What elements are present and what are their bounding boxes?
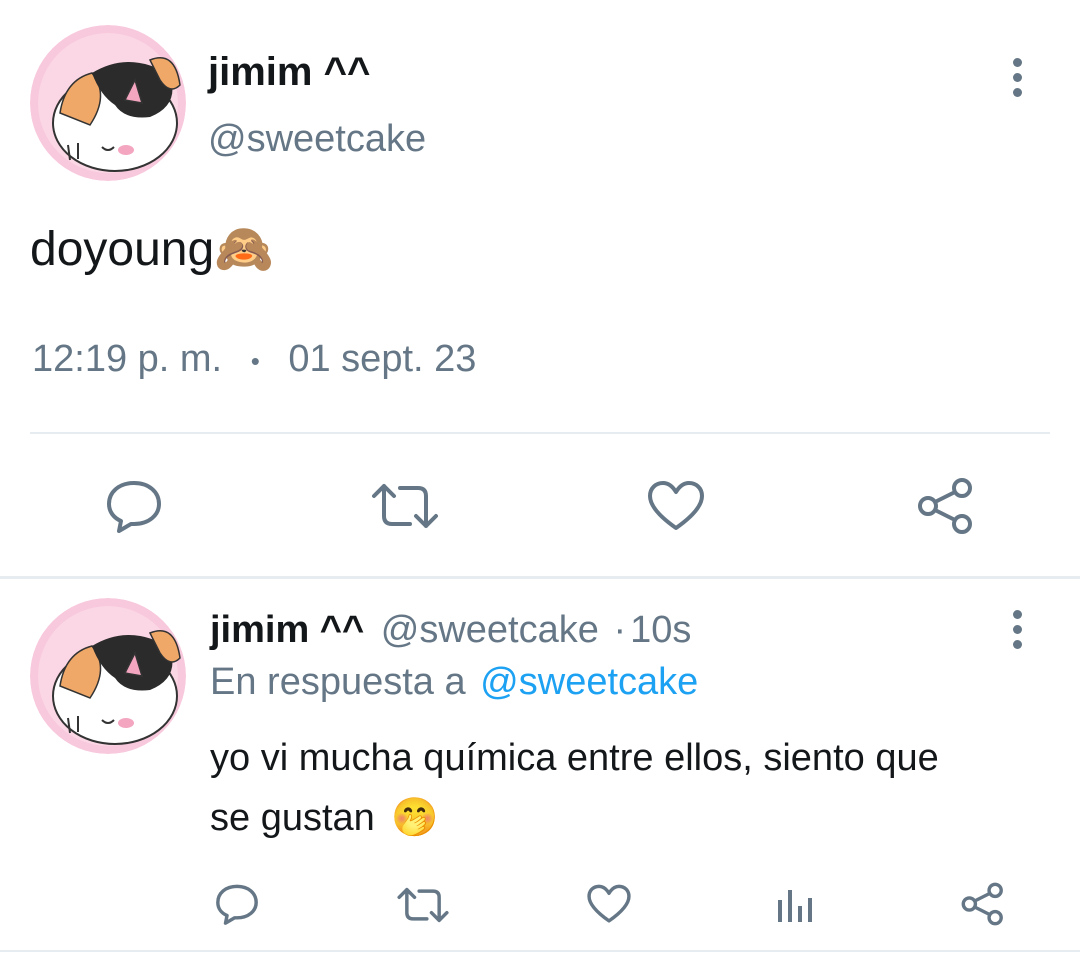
see-no-evil-emoji: 🙈 xyxy=(214,223,274,276)
retweet-button[interactable] xyxy=(370,480,440,532)
tweet-text: doyoung🙈 xyxy=(30,222,274,278)
retweet-icon xyxy=(372,484,438,528)
reply-button[interactable] xyxy=(214,882,260,926)
tweet-timestamp: 12:19 p. m. • 01 sept. 23 xyxy=(32,337,476,383)
divider xyxy=(0,576,1080,579)
replying-prefix: En respuesta a xyxy=(210,661,466,703)
reply-text-body: se gustan xyxy=(210,797,375,839)
hand-over-mouth-emoji: 🤭 xyxy=(391,797,439,839)
reply-icon xyxy=(107,481,161,533)
analytics-button[interactable] xyxy=(776,886,816,924)
avatar[interactable] xyxy=(30,598,186,754)
like-icon xyxy=(587,884,631,923)
replying-handle-link[interactable]: @sweetcake xyxy=(480,661,698,703)
user-handle[interactable]: @sweetcake xyxy=(208,117,426,161)
tweet-time: 12:19 p. m. xyxy=(32,338,223,380)
display-name[interactable]: jimim ^^ xyxy=(208,50,370,94)
reply-icon xyxy=(216,884,258,925)
cat-avatar-icon xyxy=(30,598,186,754)
more-options-icon[interactable] xyxy=(1006,610,1028,650)
retweet-button[interactable] xyxy=(396,885,450,925)
divider xyxy=(30,432,1050,434)
header-dot: · xyxy=(613,609,627,651)
like-icon xyxy=(648,481,704,530)
timestamp-separator: • xyxy=(250,345,260,376)
cat-avatar-icon xyxy=(30,25,186,181)
display-name[interactable]: jimim ^^ xyxy=(210,609,364,651)
tweet-age: 10s xyxy=(630,609,692,651)
retweet-icon xyxy=(397,887,449,923)
tweet-date: 01 sept. 23 xyxy=(288,338,477,380)
avatar[interactable] xyxy=(30,25,186,181)
reply-text-line-1: yo vi mucha química entre ellos, siento … xyxy=(210,737,939,779)
divider xyxy=(0,950,1080,952)
analytics-icon xyxy=(778,890,812,922)
more-options-icon[interactable] xyxy=(1006,58,1028,98)
share-button[interactable] xyxy=(916,477,976,535)
like-button[interactable] xyxy=(646,480,706,532)
user-handle[interactable]: @sweetcake xyxy=(381,609,599,651)
share-icon xyxy=(918,478,972,534)
like-button[interactable] xyxy=(586,884,632,924)
tweet-text-body: doyoung xyxy=(30,223,215,276)
reply-button[interactable] xyxy=(104,478,164,534)
reply-text-line-2: se gustan 🤭 xyxy=(210,795,439,841)
share-button[interactable] xyxy=(960,882,1006,926)
reply-header: jimim ^^ @sweetcake · 10s xyxy=(210,608,691,652)
replying-to: En respuesta a @sweetcake xyxy=(210,660,698,704)
share-icon xyxy=(961,882,1003,926)
